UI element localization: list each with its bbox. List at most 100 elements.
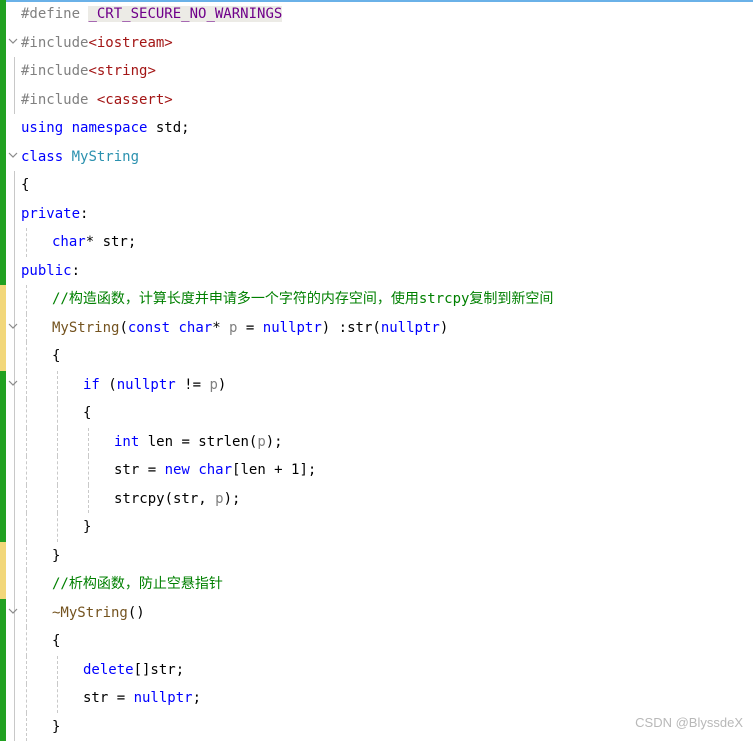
- outline-scope-line: [14, 456, 15, 485]
- change-tracking-bar: [0, 456, 6, 485]
- code-token: new: [165, 462, 190, 478]
- code-token: #include: [21, 63, 88, 79]
- code-line[interactable]: //构造函数，计算长度并申请多一个字符的内存空间，使用strcpy复制到新空间: [0, 285, 753, 314]
- code-token: std;: [147, 120, 189, 136]
- change-tracking-bar: [0, 428, 6, 457]
- code-line[interactable]: {: [0, 399, 753, 428]
- code-line[interactable]: }: [0, 542, 753, 571]
- indent-guide: [57, 371, 58, 400]
- code-line[interactable]: strcpy(str, p);: [0, 485, 753, 514]
- code-token: delete: [83, 662, 134, 678]
- change-tracking-bar: [0, 542, 6, 571]
- code-token: nullptr: [134, 690, 193, 706]
- code-line[interactable]: int len = strlen(p);: [0, 428, 753, 457]
- code-line[interactable]: }: [0, 513, 753, 542]
- indent-guide: [26, 285, 27, 314]
- code-text: str = nullptr;: [83, 688, 201, 708]
- indent-guide: [26, 713, 27, 741]
- change-tracking-bar: [0, 257, 6, 286]
- code-line[interactable]: public:: [0, 257, 753, 286]
- code-line[interactable]: {: [0, 627, 753, 656]
- code-token: MyString: [72, 149, 139, 165]
- code-text: #include<string>: [21, 61, 156, 81]
- indent-guide: [57, 513, 58, 542]
- code-line[interactable]: private:: [0, 200, 753, 229]
- code-token: =: [237, 320, 262, 336]
- code-line[interactable]: {: [0, 342, 753, 371]
- code-line[interactable]: if (nullptr != p): [0, 371, 753, 400]
- code-line[interactable]: MyString(const char* p = nullptr) :str(n…: [0, 314, 753, 343]
- code-text: }: [83, 517, 91, 537]
- outline-scope-line: [14, 485, 15, 514]
- indent-guide: [26, 399, 27, 428]
- code-line[interactable]: #define _CRT_SECURE_NO_WARNINGS: [0, 0, 753, 29]
- code-token: p: [209, 377, 217, 393]
- code-line[interactable]: delete[]str;: [0, 656, 753, 685]
- code-token: [63, 120, 71, 136]
- code-token: str =: [114, 462, 165, 478]
- code-line[interactable]: ~MyString(): [0, 599, 753, 628]
- code-token: strcpy(str,: [114, 491, 215, 507]
- change-tracking-bar: [0, 627, 6, 656]
- code-line[interactable]: #include <cassert>: [0, 86, 753, 115]
- change-tracking-bar: [0, 713, 6, 741]
- code-token: //析构函数，防止空悬指针: [52, 576, 223, 592]
- code-editor[interactable]: #define _CRT_SECURE_NO_WARNINGS#include<…: [0, 0, 753, 738]
- code-line[interactable]: using namespace std;: [0, 114, 753, 143]
- outline-scope-line: [14, 656, 15, 685]
- fold-chevron-icon[interactable]: [8, 150, 20, 162]
- fold-chevron-icon[interactable]: [8, 321, 20, 333]
- indent-guide: [57, 656, 58, 685]
- code-line[interactable]: #include<string>: [0, 57, 753, 86]
- code-text: str = new char[len + 1];: [114, 460, 316, 480]
- change-tracking-bar: [0, 314, 6, 343]
- code-token: ): [218, 377, 226, 393]
- code-token: p: [257, 434, 265, 450]
- change-tracking-bar: [0, 143, 6, 172]
- fold-chevron-icon[interactable]: [8, 36, 20, 48]
- indent-guide: [26, 228, 27, 257]
- outline-scope-line: [14, 342, 15, 371]
- code-token: :: [72, 263, 80, 279]
- code-line[interactable]: //析构函数，防止空悬指针: [0, 570, 753, 599]
- code-text: int len = strlen(p);: [114, 432, 283, 452]
- code-text: private:: [21, 204, 88, 224]
- indent-guide: [57, 456, 58, 485]
- outline-scope-line: [14, 428, 15, 457]
- code-token: nullptr: [381, 320, 440, 336]
- fold-chevron-icon[interactable]: [8, 378, 20, 390]
- code-token: *: [212, 320, 229, 336]
- change-tracking-bar: [0, 570, 6, 599]
- code-token: ): [440, 320, 448, 336]
- code-line[interactable]: {: [0, 171, 753, 200]
- code-token: len = strlen(: [139, 434, 257, 450]
- code-text: }: [52, 717, 60, 737]
- code-text: char* str;: [52, 232, 136, 252]
- code-line[interactable]: char* str;: [0, 228, 753, 257]
- code-token: }: [83, 519, 91, 535]
- code-token: nullptr: [117, 377, 176, 393]
- code-line[interactable]: str = new char[len + 1];: [0, 456, 753, 485]
- code-line[interactable]: #include<iostream>: [0, 29, 753, 58]
- code-token: #include: [21, 92, 97, 108]
- outline-scope-line: [14, 257, 15, 286]
- code-text: strcpy(str, p);: [114, 489, 240, 509]
- code-line[interactable]: str = nullptr;: [0, 684, 753, 713]
- code-token: private: [21, 206, 80, 222]
- code-token: ;: [193, 690, 201, 706]
- code-token: );: [266, 434, 283, 450]
- fold-chevron-icon[interactable]: [8, 606, 20, 618]
- code-token: {: [52, 348, 60, 364]
- code-line[interactable]: class MyString: [0, 143, 753, 172]
- indent-guide: [57, 399, 58, 428]
- change-tracking-bar: [0, 114, 6, 143]
- outline-scope-line: [14, 200, 15, 229]
- code-token: (): [128, 605, 145, 621]
- code-token: MyString: [52, 320, 119, 336]
- code-text: //析构函数，防止空悬指针: [52, 574, 223, 594]
- indent-guide: [26, 513, 27, 542]
- code-token: public: [21, 263, 72, 279]
- change-tracking-bar: [0, 171, 6, 200]
- code-token: [len + 1];: [232, 462, 316, 478]
- change-tracking-bar: [0, 599, 6, 628]
